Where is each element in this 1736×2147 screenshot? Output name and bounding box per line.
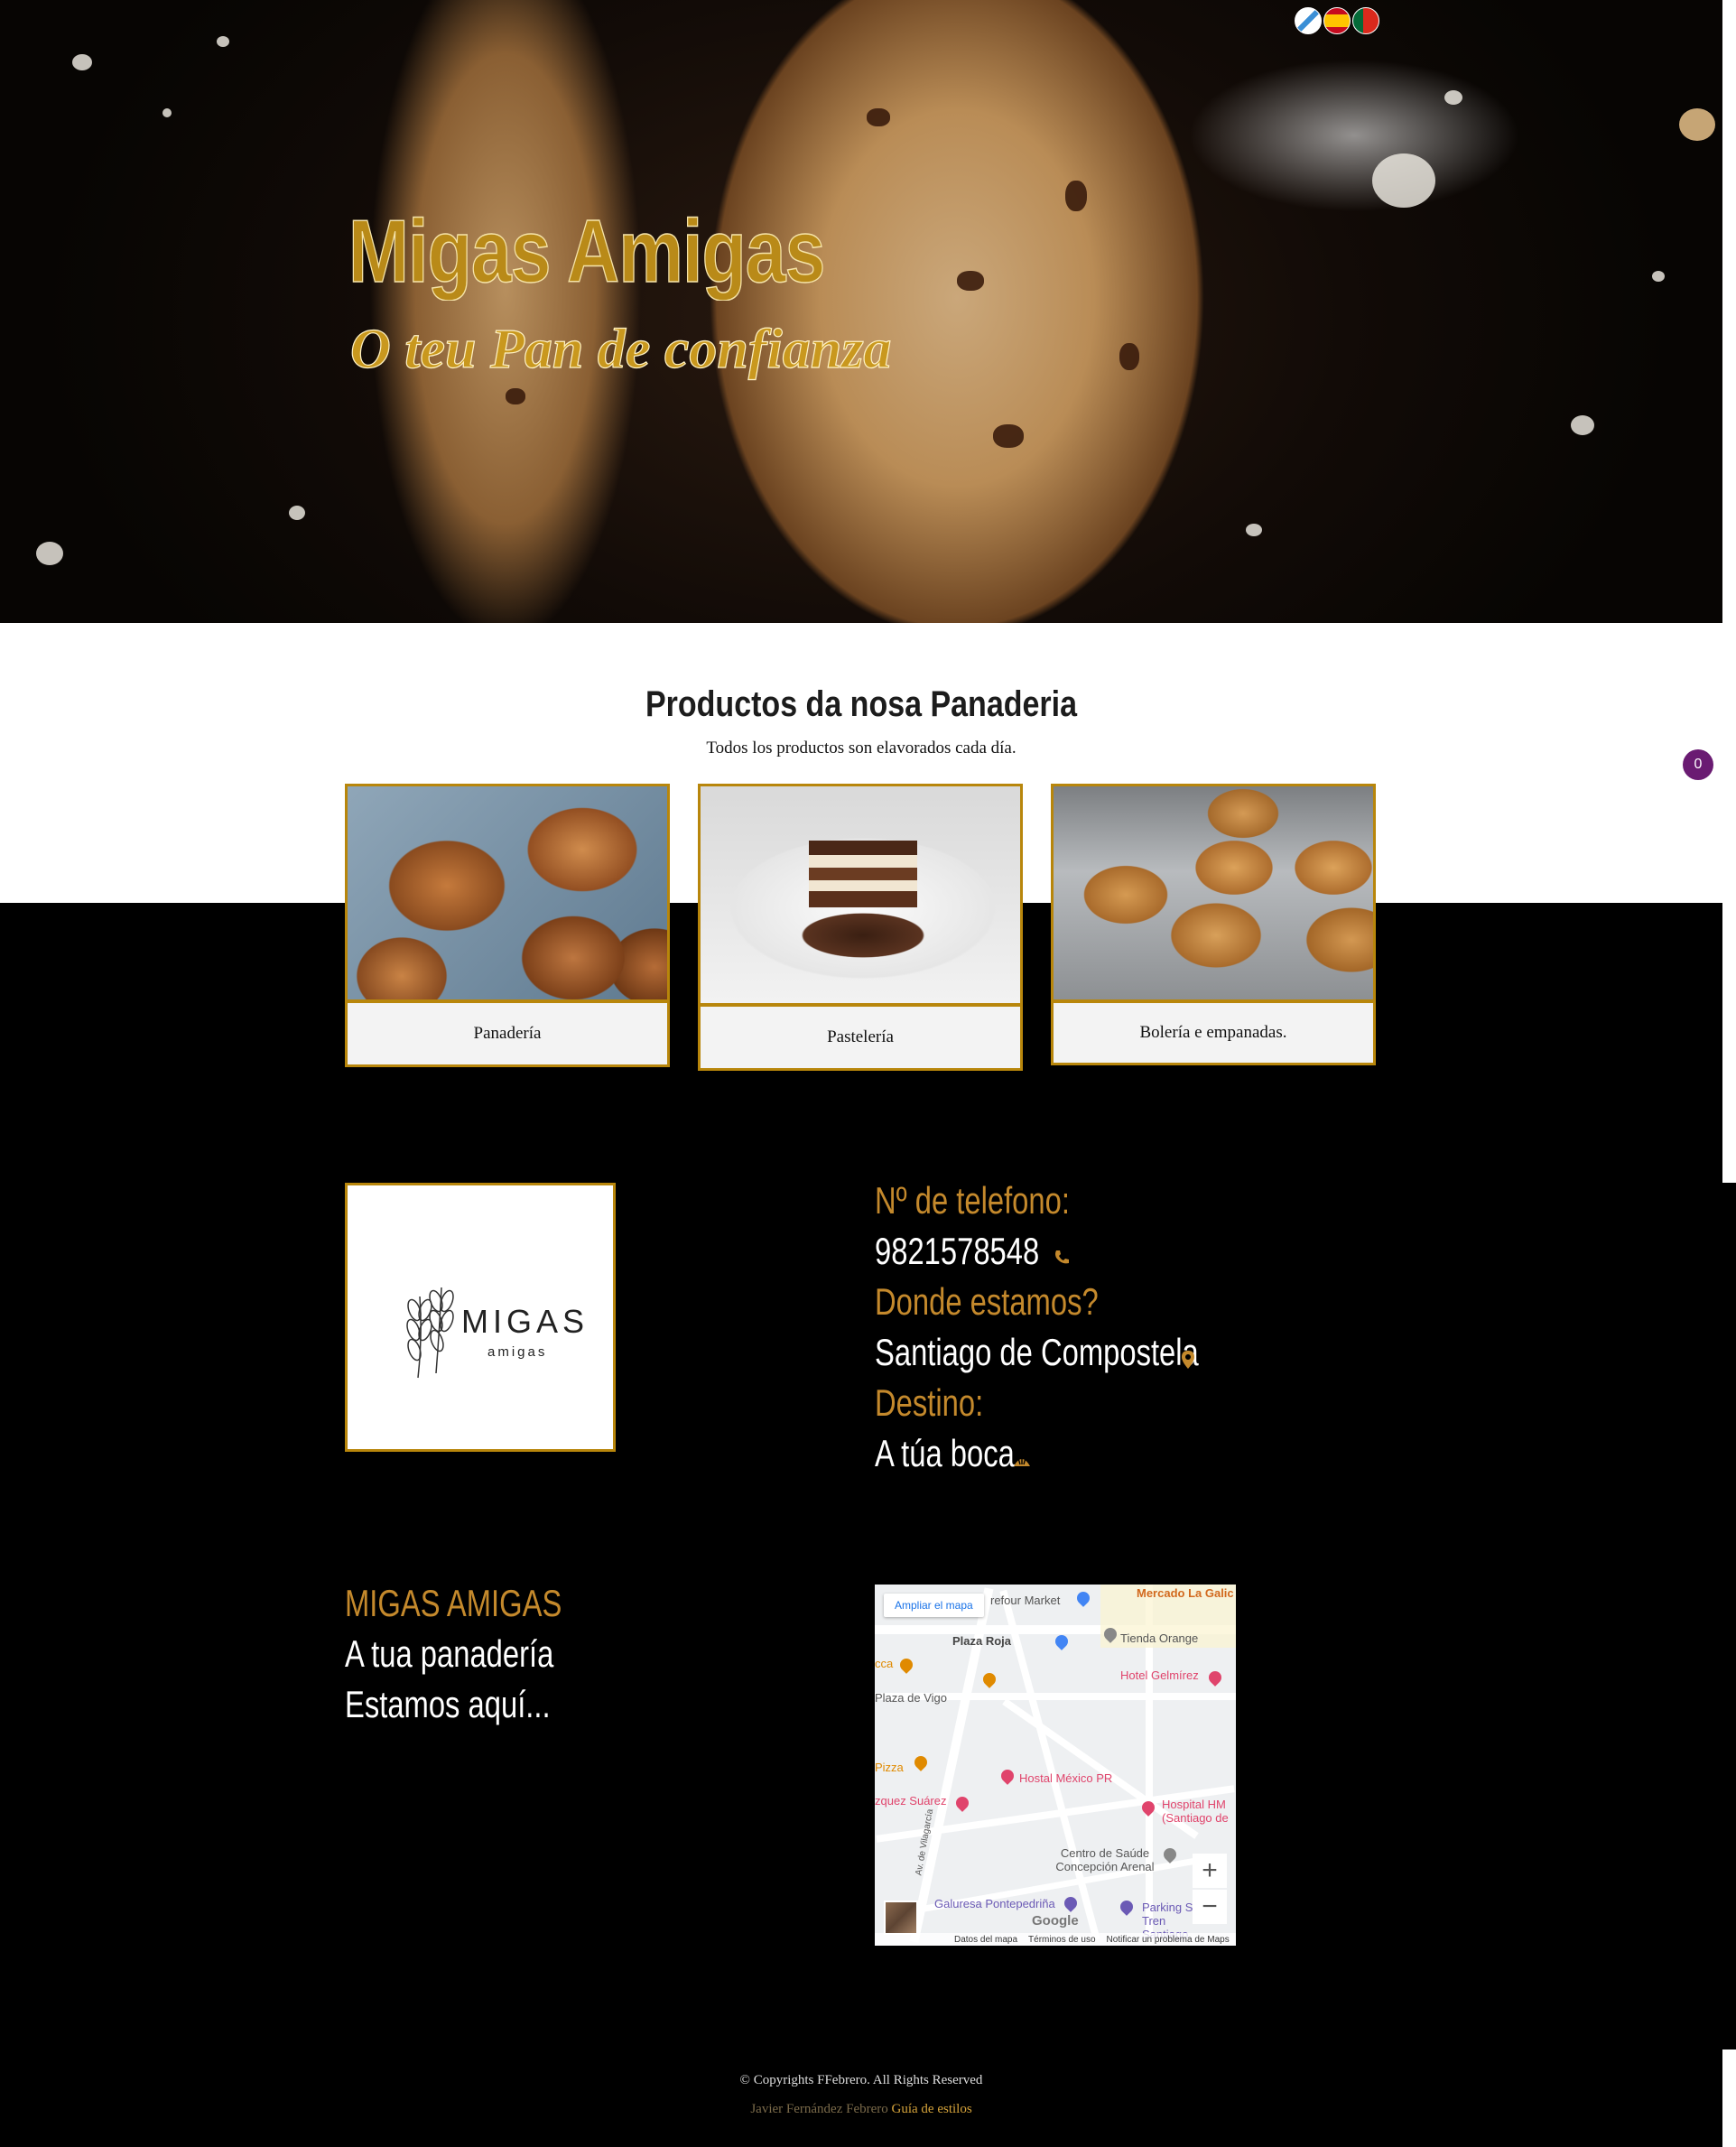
raisin xyxy=(957,271,984,291)
cake-image xyxy=(701,786,1020,1007)
crumb xyxy=(72,54,92,70)
product-card-boleria[interactable]: Bolería e empanadas. xyxy=(1051,784,1376,1065)
hero-title: Migas Amigas xyxy=(348,200,826,302)
hero-subtitle: O teu Pan de confianza xyxy=(349,318,892,380)
wheat-icon xyxy=(406,1287,454,1379)
product-label: Bolería e empanadas. xyxy=(1139,1023,1287,1042)
brand-name: MIGAS AMIGAS xyxy=(345,1582,562,1624)
map-footer: Datos del mapa Términos de uso Notificar… xyxy=(875,1933,1236,1946)
crumb xyxy=(36,542,63,565)
product-card-pasteleria[interactable]: Pastelería xyxy=(698,784,1023,1071)
store-pin-icon[interactable] xyxy=(1074,1589,1092,1607)
raisin xyxy=(867,108,890,126)
crumb xyxy=(1679,108,1715,141)
map-label: Hotel Gelmírez xyxy=(1120,1668,1199,1682)
map-label: Hostal México PR xyxy=(1019,1771,1113,1785)
restaurant-pin-icon[interactable] xyxy=(897,1656,915,1674)
restaurant-pin-icon[interactable] xyxy=(980,1670,998,1688)
cart-count-badge[interactable]: 0 xyxy=(1683,749,1713,780)
map-label: cca xyxy=(875,1657,894,1670)
logo-name: MIGAS xyxy=(461,1303,589,1340)
satellite-toggle[interactable] xyxy=(884,1901,918,1935)
map-label: Centro de Saúde Concepción Arenal xyxy=(1055,1846,1155,1873)
location-text: Santiago de Compostela xyxy=(875,1331,1199,1373)
enlarge-map-link[interactable]: Ampliar el mapa xyxy=(884,1594,984,1617)
destination-text: A túa boca xyxy=(875,1432,1015,1474)
crumb xyxy=(1652,271,1665,282)
google-map[interactable]: refour Market Mercado La Galic Plaza Roj… xyxy=(875,1585,1236,1946)
phone-icon xyxy=(1055,1250,1069,1264)
products-title: Productos da nosa Panaderia xyxy=(645,684,1078,724)
author-name: Javier Fernández Febrero xyxy=(750,2102,888,2116)
place-pin-icon[interactable] xyxy=(1062,1894,1080,1912)
map-label: Plaza Roja xyxy=(952,1634,1012,1648)
crumb xyxy=(1246,524,1262,536)
hero-banner: Migas Amigas O teu Pan de confianza xyxy=(0,0,1722,623)
zoom-out-button[interactable]: − xyxy=(1193,1890,1227,1924)
brand-line-2: Estamos aquí... xyxy=(345,1683,551,1725)
map-terms-link[interactable]: Términos de uso xyxy=(1028,1935,1095,1945)
map-data-link[interactable]: Datos del mapa xyxy=(954,1935,1017,1945)
brand-line-1: A tua panadería xyxy=(345,1632,554,1675)
gl-flag-icon[interactable] xyxy=(1295,7,1322,34)
brand-logo: MIGAS amigas xyxy=(345,1183,616,1452)
map-label: refour Market xyxy=(990,1594,1061,1607)
raisin xyxy=(993,424,1024,448)
map-label: zquez Suárez xyxy=(875,1794,947,1808)
shop-pin-icon[interactable] xyxy=(1053,1632,1071,1650)
language-switcher xyxy=(1295,7,1379,34)
es-flag-icon[interactable] xyxy=(1323,7,1351,34)
map-label: Galuresa Pontepedriña xyxy=(934,1897,1055,1910)
bread-icon xyxy=(1014,1456,1030,1466)
zoom-in-button[interactable]: + xyxy=(1193,1854,1227,1888)
crumb xyxy=(289,506,305,520)
phone-number[interactable]: 9821578548 xyxy=(875,1230,1039,1273)
map-report-link[interactable]: Notificar un problema de Maps xyxy=(1107,1935,1230,1945)
credit-line: Javier Fernández Febrero Guía de estilos xyxy=(0,2102,1722,2117)
shop-pin-icon[interactable] xyxy=(953,1794,971,1812)
destination-label: Destino: xyxy=(875,1381,984,1424)
raisin xyxy=(1119,343,1139,370)
location-pin-icon xyxy=(1182,1351,1194,1369)
google-logo: Google xyxy=(1032,1913,1079,1929)
hotel-pin-icon[interactable] xyxy=(998,1767,1017,1785)
hotel-pin-icon[interactable] xyxy=(1206,1668,1224,1687)
muffin-image xyxy=(1054,786,1373,1003)
pt-flag-icon[interactable] xyxy=(1352,7,1379,34)
map-label: Mercado La Galic xyxy=(1137,1586,1234,1600)
crumb xyxy=(1444,90,1462,105)
crumb xyxy=(162,108,172,117)
copyright-text: © Copyrights FFebrero. All Rights Reserv… xyxy=(739,2073,983,2087)
map-label: Tienda Orange xyxy=(1120,1631,1199,1645)
crumb xyxy=(1372,153,1435,208)
product-label: Pastelería xyxy=(827,1027,894,1046)
location-label: Donde estamos? xyxy=(875,1280,1099,1323)
crumb xyxy=(217,36,229,47)
style-guide-link[interactable]: Guía de estilos xyxy=(892,2102,972,2116)
raisin xyxy=(1065,181,1087,211)
phone-label: Nº de telefono: xyxy=(875,1179,1070,1222)
product-card-panaderia[interactable]: Panadería xyxy=(345,784,670,1067)
scrollbar-track-bottom[interactable] xyxy=(1722,2049,1736,2147)
parking-pin-icon[interactable] xyxy=(1118,1898,1136,1916)
bread-image xyxy=(348,786,667,1003)
raisin xyxy=(506,388,525,404)
crumb xyxy=(1571,415,1594,435)
scrollbar-track[interactable] xyxy=(1722,0,1736,1183)
logo-tagline: amigas xyxy=(487,1344,548,1360)
map-label: Plaza de Vigo xyxy=(875,1691,947,1705)
restaurant-pin-icon[interactable] xyxy=(912,1753,930,1771)
product-label: Panadería xyxy=(473,1024,542,1043)
products-subtitle: Todos los productos son elavorados cada … xyxy=(706,739,1017,757)
map-label: Pizza xyxy=(875,1761,904,1774)
map-label: Hospital HM (Santiago de xyxy=(1162,1798,1229,1825)
